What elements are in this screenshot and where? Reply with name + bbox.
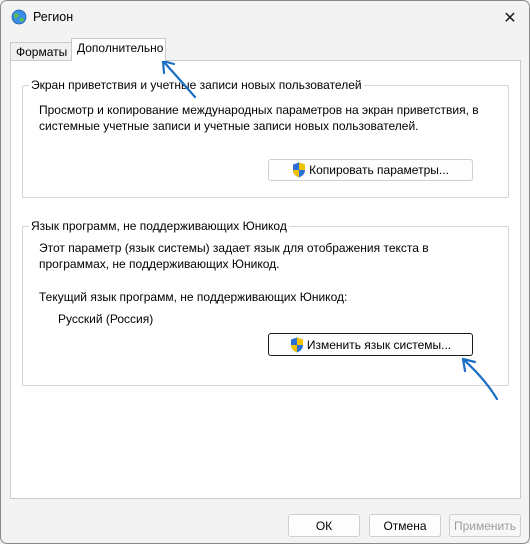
copy-settings-label: Копировать параметры... — [309, 163, 449, 177]
globe-icon — [11, 9, 27, 25]
current-language-label: Текущий язык программ, не поддерживающих… — [39, 290, 348, 304]
close-button[interactable]: ✕ — [497, 7, 523, 29]
apply-button[interactable]: Применить — [449, 514, 521, 537]
copy-settings-button[interactable]: Копировать параметры... — [268, 159, 473, 181]
current-language-value: Русский (Россия) — [58, 312, 154, 326]
title-bar: Регион ✕ — [1, 1, 529, 35]
ok-button[interactable]: ОК — [288, 514, 360, 537]
close-icon: ✕ — [503, 10, 517, 27]
tab-advanced[interactable]: Дополнительно — [71, 38, 166, 61]
non-unicode-desc-line2: программах, не поддерживающих Юникод. — [39, 257, 280, 271]
uac-shield-icon — [290, 337, 303, 352]
tab-panel-advanced: Экран приветствия и учетные записи новых… — [10, 60, 521, 499]
cancel-button[interactable]: Отмена — [369, 514, 441, 537]
change-system-locale-label: Изменить язык системы... — [306, 337, 452, 352]
region-dialog: Регион ✕ Форматы Дополнительно Экран при… — [0, 0, 530, 544]
welcome-group-title: Экран приветствия и учетные записи новых… — [29, 78, 364, 92]
non-unicode-group-title: Язык программ, не поддерживающих Юникод — [29, 219, 289, 233]
welcome-desc-line1: Просмотр и копирование международных пар… — [39, 103, 479, 117]
non-unicode-desc-line1: Этот параметр (язык системы) задает язык… — [39, 241, 429, 255]
uac-shield-icon — [293, 162, 306, 178]
welcome-screen-group: Экран приветствия и учетные записи новых… — [22, 78, 509, 198]
change-system-locale-button[interactable]: Изменить язык системы... — [268, 333, 473, 356]
window-title: Регион — [33, 10, 74, 24]
tab-formats[interactable]: Форматы — [10, 42, 72, 61]
welcome-desc-line2: системные учетные записи и учетные запис… — [39, 119, 419, 133]
non-unicode-group: Язык программ, не поддерживающих Юникод … — [22, 219, 509, 386]
